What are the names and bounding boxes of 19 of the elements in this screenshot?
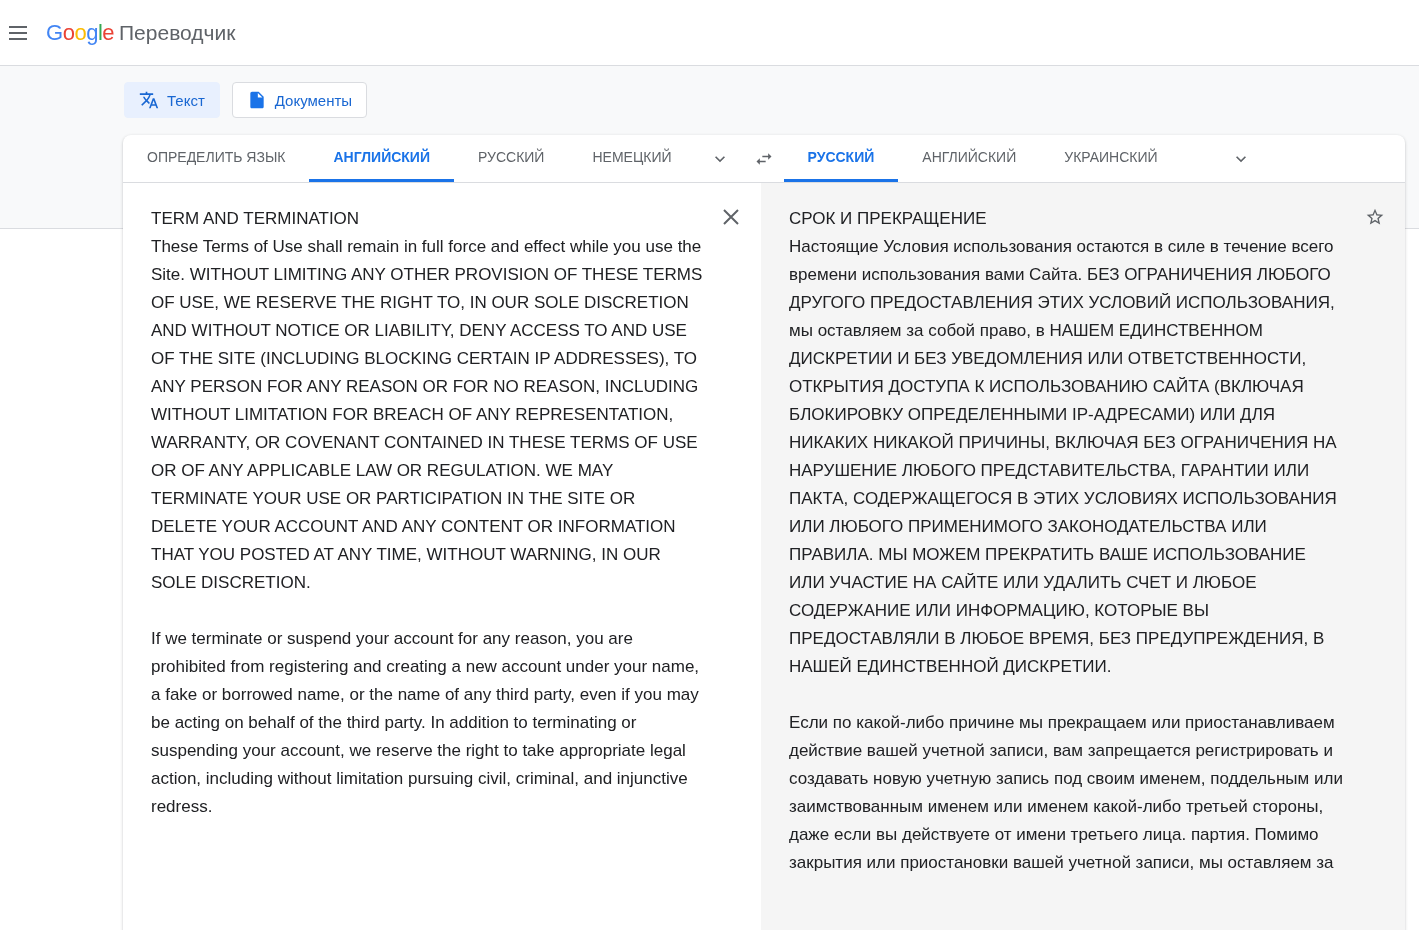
language-tab[interactable]: РУССКИЙ [454,135,569,182]
language-tab[interactable]: АНГЛИЙСКИЙ [898,135,1041,182]
language-tab[interactable]: ОПРЕДЕЛИТЬ ЯЗЫК [123,135,310,182]
close-icon[interactable] [721,207,741,227]
translate-icon [139,90,159,110]
language-tab[interactable]: НЕМЕЦКИЙ [568,135,696,182]
app-title: Переводчик [119,20,236,45]
source-text[interactable]: If we terminate or suspend your account for any reason, you are prohibited from registering and creating a new account under your name, a fake or borrowed name, or the name of any third party, even if you may be acting on behalf of the third party. In addition to terminating or suspending your account, we reserve the right to take appropriate legal action, including without limitation pursuing civil, criminal, and injunctive redress. [151,625,705,821]
language-tab[interactable]: АНГЛИЙСКИЙ [309,135,454,182]
mode-tab[interactable]: Текст [124,82,220,118]
star-icon[interactable] [1365,207,1385,227]
logo[interactable]: Google [46,19,114,46]
language-tab[interactable]: УКРАИНСКИЙ [1040,135,1182,182]
translated-text: Настоящие Условия использования остаются в силе в течение всего времени использования вами Сайта. БЕЗ ОГРАНИЧЕНИЯ ЛЮБОГО ДРУГОГО ПРЕДОСТАВЛЕНИЯ ЭТИХ УСЛОВИЙ ИСПОЛЬЗОВАНИЯ, мы оставляем за собой право, в НАШЕМ ЕДИНСТВЕННОМ ДИСКРЕТИИ И БЕЗ УВЕДОМЛЕНИЯ ИЛИ ОТВЕТСТВЕННОСТИ, ОТКРЫТИЯ ДОСТУПА К ИСПОЛЬЗОВАНИЮ САЙТА (ВКЛЮЧАЯ БЛОКИРОВКУ ОПРЕДЕЛЕННЫМИ IP-АДРЕСАМИ) ИЛИ ДЛЯ НИКАКИХ НИКАКОЙ ПРИЧИНЫ, ВКЛЮЧАЯ БЕЗ ОГРАНИЧЕНИЯ НА НАРУШЕНИЕ ЛЮБОГО ПРЕДСТАВИТЕЛЬСТВА, ГАРАНТИИ ИЛИ ПАКТА, СОДЕРЖАЩЕГОСЯ В ЭТИХ УСЛОВИЯХ ИСПОЛЬЗОВАНИЯ ИЛИ ЛЮБОГО ПРИМЕНИМОГО ЗАКОНОДАТЕЛЬСТВА ИЛИ ПРАВИЛА. МЫ МОЖЕМ ПРЕКРАТИТЬ ВАШЕ ИСПОЛЬЗОВАНИЕ ИЛИ УЧАСТИЕ НА САЙТЕ ИЛИ УДАЛИТЬ СЧЕТ И ЛЮБОЕ СОДЕРЖАНИЕ ИЛИ ИНФОРМАЦИЮ, КОТОРЫЕ ВЫ ПРЕДОСТАВЛЯЛИ В ЛЮБОЕ ВРЕМЯ, БЕЗ ПРЕДУПРЕЖДЕНИЯ, В НАШЕЙ ЕДИНСТВЕННОЙ ДИСКРЕТИИ. [789,236,1338,678]
source-text[interactable]: These Terms of Use shall remain in full force and effect while you use the Site. WITHOUT LIMITING ANY OTHER PROVISION OF THESE TERMS OF USE, WE RESERVE THE RIGHT TO, IN OUR SOLE DISCRETION AND WITHOUT NOTICE OR LIABILITY, DENY ACCESS TO AND USE OF THE SITE (INCLUDING BLOCKING CERTAIN IP ADDRESSES), TO ANY PERSON FOR ANY REASON OR FOR NO REASON, INCLUDING WITHOUT LIMITATION FOR BREACH OF ANY REPRESENTATION, WARRANTY, OR COVENANT CONTAINED IN THESE TERMS OF USE OR OF ANY APPLICABLE LAW OR REGULATION. WE MAY TERMINATE YOUR USE OR PARTICIPATION IN THE SITE OR DELETE YOUR ACCOUNT AND ANY CONTENT OR INFORMATION THAT YOU POSTED AT ANY TIME, WITHOUT WARNING, IN OUR SOLE DISCRETION. [151,233,705,597]
mode-tab[interactable]: Документы [231,82,368,118]
translated-text: СРОК И ПРЕКРАЩЕНИЕ [789,208,988,230]
translated-text: Если по какой-либо причине мы прекращаем или приостанавливаем действие вашей учетной записи, вам запрещается регистрировать и создавать новую учетную запись под своим именем, поддельным или заимствованным именем или именем какой-либо третьей стороны, даже если вы действуете от имени третьего лица. партия. Помимо закрытия или приостановки вашей учетной записи, мы оставляем за [789,712,1343,874]
source-text[interactable]: TERM AND TERMINATION [151,205,705,233]
